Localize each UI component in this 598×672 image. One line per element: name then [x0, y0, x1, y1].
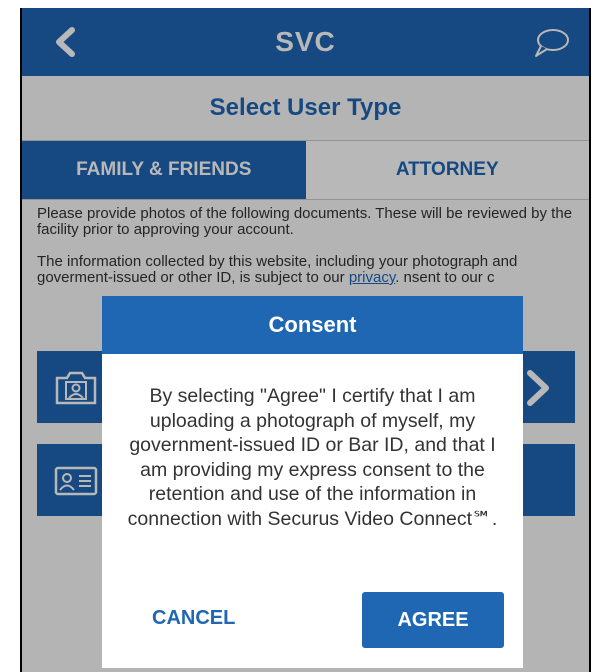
cancel-button[interactable]: CANCEL	[132, 598, 255, 638]
agree-button[interactable]: AGREE	[362, 592, 504, 648]
consent-dialog: Consent By selecting "Agree" I certify t…	[102, 296, 523, 668]
dialog-title: Consent	[102, 296, 523, 354]
app-frame: SVC Select User Type FAMILY & FRIENDS AT…	[20, 8, 591, 672]
dialog-body: By selecting "Agree" I certify that I am…	[127, 385, 498, 530]
